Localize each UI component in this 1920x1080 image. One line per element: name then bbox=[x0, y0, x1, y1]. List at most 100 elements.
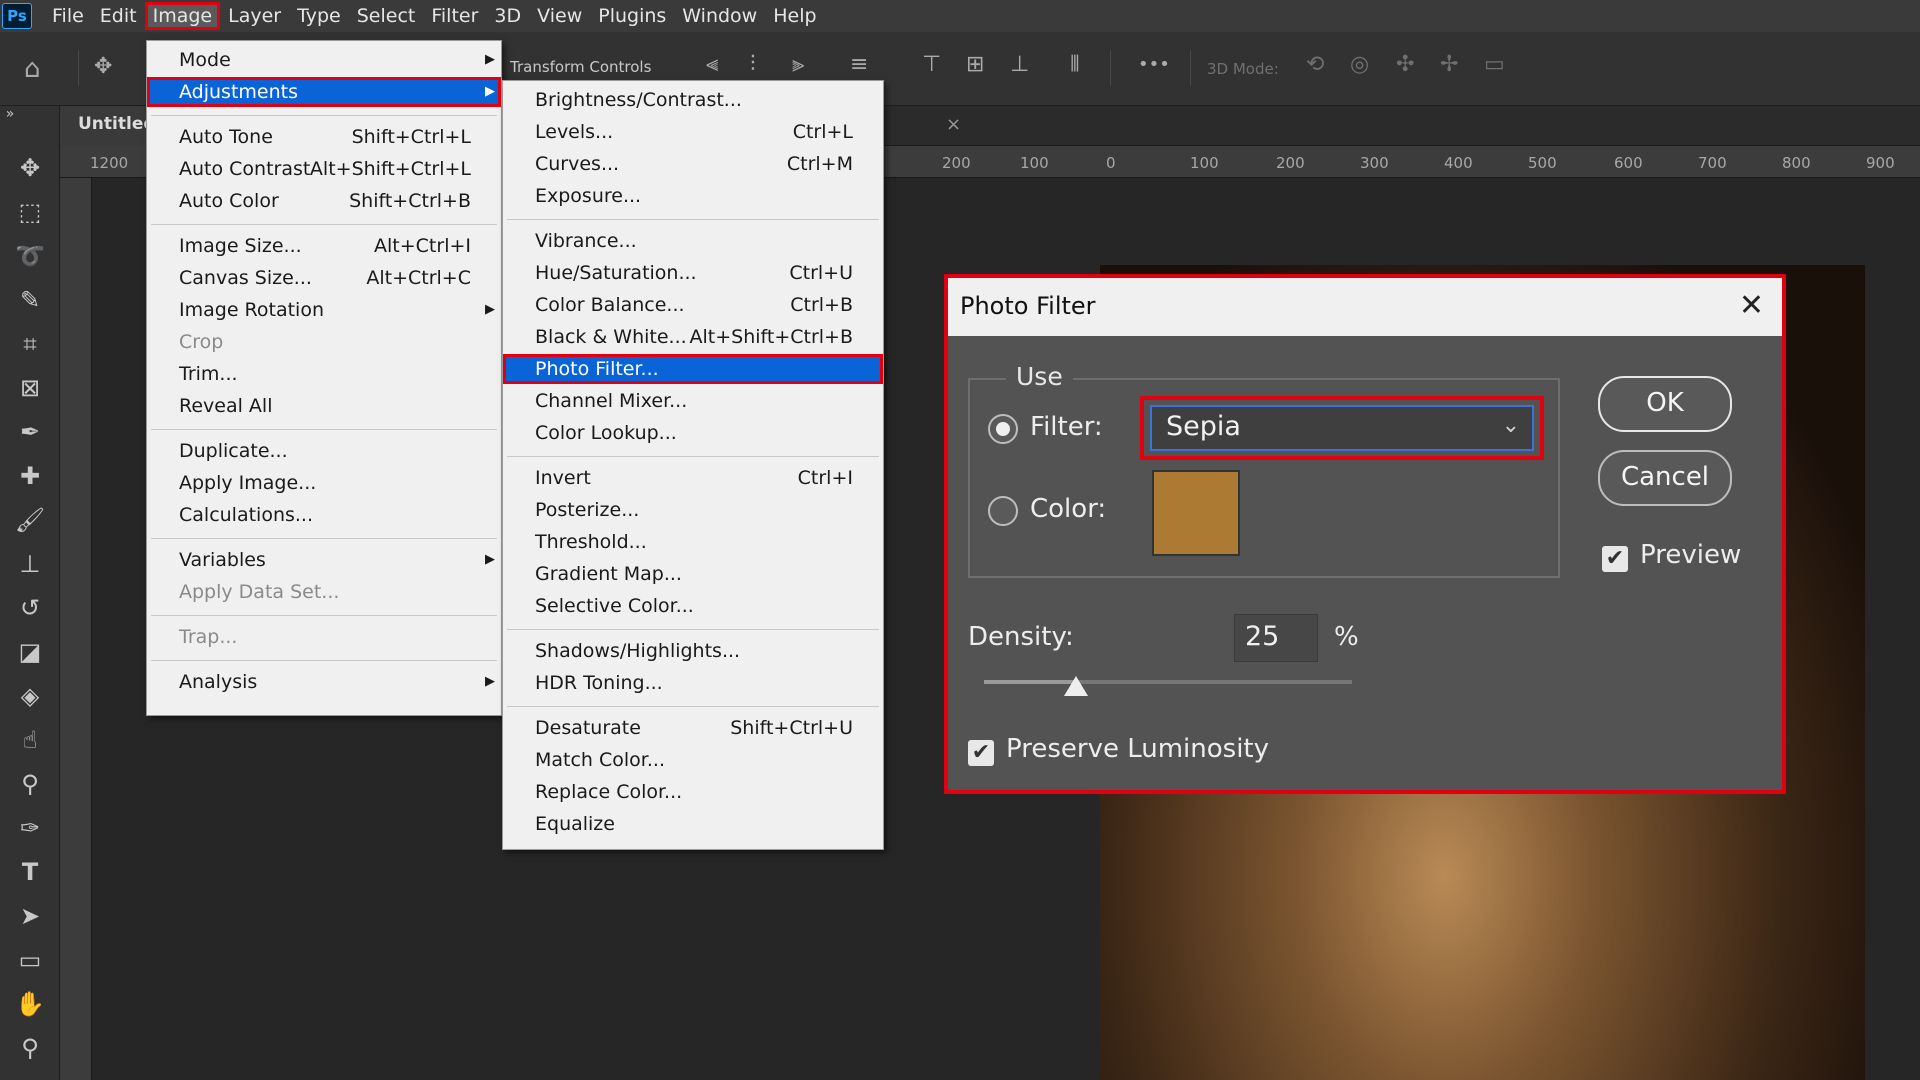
align-left-icon[interactable]: ⫷ bbox=[706, 52, 718, 77]
menu-item-color-lookup[interactable]: Color Lookup... bbox=[503, 418, 883, 448]
menu-item-channel-mixer[interactable]: Channel Mixer... bbox=[503, 386, 883, 416]
menu-item-selective-color[interactable]: Selective Color... bbox=[503, 591, 883, 621]
menu-help[interactable]: Help bbox=[765, 2, 824, 30]
density-slider-track[interactable] bbox=[984, 680, 1352, 684]
menu-item-variables[interactable]: Variables ▶ bbox=[147, 545, 501, 575]
transform-controls-label[interactable]: Transform Controls bbox=[510, 58, 651, 76]
quick-select-tool-icon[interactable]: ✎ bbox=[10, 282, 50, 318]
menu-item-mode[interactable]: Mode ▶ bbox=[147, 45, 501, 75]
home-icon[interactable]: ⌂ bbox=[24, 54, 41, 84]
stamp-tool-icon[interactable]: ⊥ bbox=[10, 546, 50, 582]
brush-tool-icon[interactable]: 🖌 bbox=[10, 502, 50, 538]
menu-item-exposure[interactable]: Exposure... bbox=[503, 181, 883, 211]
menu-layer[interactable]: Layer bbox=[220, 2, 289, 30]
menu-item-reveal-all[interactable]: Reveal All bbox=[147, 391, 501, 421]
lasso-tool-icon[interactable]: ➰ bbox=[10, 238, 50, 274]
close-icon[interactable]: ✕ bbox=[1739, 288, 1764, 323]
menu-item-photo-filter[interactable]: Photo Filter... bbox=[503, 354, 883, 384]
align-top-icon[interactable]: ⊤ bbox=[922, 52, 941, 77]
menu-item-trim[interactable]: Trim... bbox=[147, 359, 501, 389]
menu-item-posterize[interactable]: Posterize... bbox=[503, 495, 883, 525]
menu-item-brightness-contrast[interactable]: Brightness/Contrast... bbox=[503, 85, 883, 115]
frame-tool-icon[interactable]: ⊠ bbox=[10, 370, 50, 406]
smudge-tool-icon[interactable]: ☝ bbox=[10, 722, 50, 758]
menu-item-levels[interactable]: Levels... Ctrl+L bbox=[503, 117, 883, 147]
crop-tool-icon[interactable]: ⌗ bbox=[10, 326, 50, 362]
menu-item-hdr-toning[interactable]: HDR Toning... bbox=[503, 668, 883, 698]
history-brush-tool-icon[interactable]: ↺ bbox=[10, 590, 50, 626]
color-radio[interactable] bbox=[988, 496, 1018, 526]
rectangle-tool-icon[interactable]: ▭ bbox=[10, 942, 50, 978]
menu-plugins[interactable]: Plugins bbox=[590, 2, 674, 30]
healing-brush-tool-icon[interactable]: ✚ bbox=[10, 458, 50, 494]
menu-item-duplicate[interactable]: Duplicate... bbox=[147, 436, 501, 466]
menu-item-analysis[interactable]: Analysis ▶ bbox=[147, 667, 501, 697]
menu-item-image-rotation[interactable]: Image Rotation ▶ bbox=[147, 295, 501, 325]
menu-window[interactable]: Window bbox=[674, 2, 765, 30]
preserve-luminosity-checkbox[interactable]: ✔ bbox=[968, 740, 994, 766]
zoom-tool-icon[interactable]: ⚲ bbox=[10, 1030, 50, 1066]
color-swatch[interactable] bbox=[1152, 470, 1240, 556]
filter-radio[interactable] bbox=[988, 414, 1018, 444]
align-center-icon[interactable]: ⫶ bbox=[750, 52, 756, 77]
path-select-tool-icon[interactable]: ➤ bbox=[10, 898, 50, 934]
menu-item-trap: Trap... bbox=[147, 622, 501, 652]
menu-filter[interactable]: Filter bbox=[423, 2, 486, 30]
menu-item-adjustments[interactable]: Adjustments ▶ bbox=[147, 77, 501, 107]
menu-item-replace-color[interactable]: Replace Color... bbox=[503, 777, 883, 807]
menu-item-equalize[interactable]: Equalize bbox=[503, 809, 883, 839]
menu-item-image-size[interactable]: Image Size... Alt+Ctrl+I bbox=[147, 231, 501, 261]
density-slider-thumb[interactable] bbox=[1064, 676, 1088, 696]
menu-item-black-white[interactable]: Black & White... Alt+Shift+Ctrl+B bbox=[503, 322, 883, 352]
menu-item-canvas-size[interactable]: Canvas Size... Alt+Ctrl+C bbox=[147, 263, 501, 293]
tab-close-icon[interactable]: × bbox=[946, 114, 961, 135]
pen-tool-icon[interactable]: ✑ bbox=[10, 810, 50, 846]
eyedropper-tool-icon[interactable]: ✒ bbox=[10, 414, 50, 450]
type-tool-icon[interactable]: T bbox=[10, 854, 50, 890]
menu-item-calculations[interactable]: Calculations... bbox=[147, 500, 501, 530]
move-tool-icon[interactable]: ✥ bbox=[10, 150, 50, 186]
distribute-icon[interactable]: ≡ bbox=[850, 52, 868, 77]
ok-button[interactable]: OK bbox=[1598, 376, 1732, 432]
menu-item-auto-tone[interactable]: Auto Tone Shift+Ctrl+L bbox=[147, 122, 501, 152]
menu-item-vibrance[interactable]: Vibrance... bbox=[503, 226, 883, 256]
menu-edit[interactable]: Edit bbox=[92, 2, 145, 30]
menu-item-color-balance[interactable]: Color Balance... Ctrl+B bbox=[503, 290, 883, 320]
menu-item-auto-contrast[interactable]: Auto Contrast Alt+Shift+Ctrl+L bbox=[147, 154, 501, 184]
menu-item-label: Apply Image... bbox=[179, 472, 317, 494]
menu-item-apply-image[interactable]: Apply Image... bbox=[147, 468, 501, 498]
menu-item-hue-saturation[interactable]: Hue/Saturation... Ctrl+U bbox=[503, 258, 883, 288]
menu-file[interactable]: File bbox=[44, 2, 92, 30]
menu-item-curves[interactable]: Curves... Ctrl+M bbox=[503, 149, 883, 179]
marquee-tool-icon[interactable]: ⬚ bbox=[10, 194, 50, 230]
menu-image[interactable]: Image bbox=[144, 2, 221, 30]
filter-dropdown[interactable]: Sepia ⌄ bbox=[1150, 405, 1534, 451]
align-bottom-icon[interactable]: ⊥ bbox=[1010, 52, 1029, 77]
menu-select[interactable]: Select bbox=[349, 2, 424, 30]
move-icon[interactable]: ✥ bbox=[94, 54, 112, 79]
density-input[interactable]: 25 bbox=[1234, 614, 1318, 662]
menu-item-threshold[interactable]: Threshold... bbox=[503, 527, 883, 557]
hand-tool-icon[interactable]: ✋ bbox=[10, 986, 50, 1022]
menu-3d[interactable]: 3D bbox=[486, 2, 529, 30]
align-right-icon[interactable]: ⫸ bbox=[792, 52, 804, 77]
menu-item-desaturate[interactable]: Desaturate Shift+Ctrl+U bbox=[503, 713, 883, 743]
eraser-tool-icon[interactable]: ◪ bbox=[10, 634, 50, 670]
menu-view[interactable]: View bbox=[529, 2, 590, 30]
ruler-tick-label: 200 bbox=[1276, 154, 1305, 172]
menu-item-shadows-highlights[interactable]: Shadows/Highlights... bbox=[503, 636, 883, 666]
menu-item-invert[interactable]: Invert Ctrl+I bbox=[503, 463, 883, 493]
cancel-button[interactable]: Cancel bbox=[1598, 450, 1732, 506]
menu-item-auto-color[interactable]: Auto Color Shift+Ctrl+B bbox=[147, 186, 501, 216]
preview-checkbox[interactable]: ✔ bbox=[1602, 546, 1628, 572]
distribute-vertical-icon[interactable]: ⦀ bbox=[1070, 52, 1080, 77]
menu-type[interactable]: Type bbox=[289, 2, 349, 30]
menu-item-match-color[interactable]: Match Color... bbox=[503, 745, 883, 775]
more-options-icon[interactable]: ••• bbox=[1138, 54, 1170, 75]
dodge-tool-icon[interactable]: ⚲ bbox=[10, 766, 50, 802]
align-middle-icon[interactable]: ⊞ bbox=[966, 52, 984, 77]
menu-item-gradient-map[interactable]: Gradient Map... bbox=[503, 559, 883, 589]
roll-3d-icon: ◎ bbox=[1350, 52, 1370, 77]
collapse-icon[interactable]: » bbox=[0, 106, 20, 122]
paint-bucket-tool-icon[interactable]: ◈ bbox=[10, 678, 50, 714]
